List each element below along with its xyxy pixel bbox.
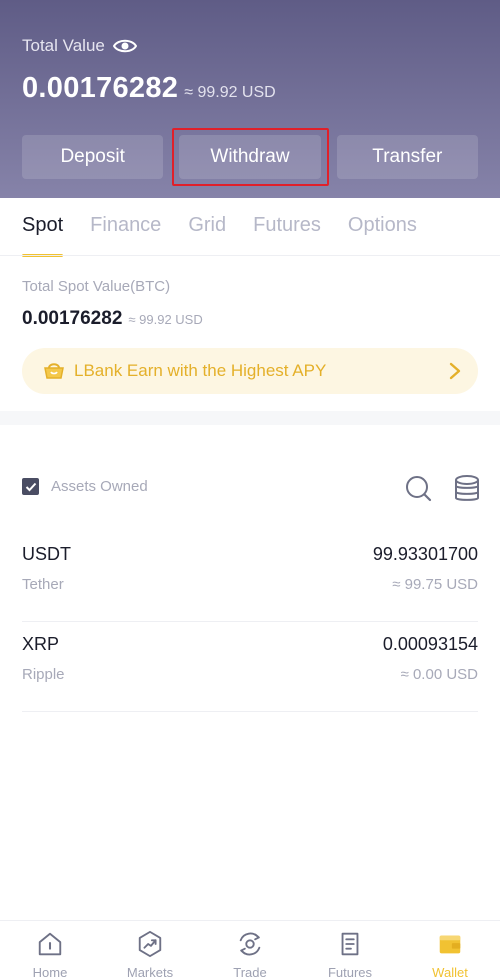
- tab-spot[interactable]: Spot: [22, 214, 64, 257]
- asset-name: Ripple: [22, 666, 65, 683]
- nav-label: Home: [32, 965, 68, 980]
- assets-filter[interactable]: Assets Owned: [22, 478, 148, 495]
- chevron-right-icon: [449, 362, 461, 380]
- nav-markets[interactable]: Markets: [100, 921, 200, 980]
- eye-icon[interactable]: [112, 37, 137, 55]
- check-icon: [25, 482, 36, 491]
- basket-icon: [44, 363, 64, 379]
- wallet-header: Total Value 0.00176282 ≈ 99.92 USD Depos…: [0, 0, 500, 198]
- transfer-button[interactable]: Transfer: [336, 135, 478, 179]
- nav-label: Wallet: [432, 965, 468, 980]
- section-separator: [0, 411, 500, 425]
- futures-icon: [341, 932, 359, 956]
- total-value-amount: 0.00176282: [22, 72, 179, 104]
- tab-options[interactable]: Options: [348, 214, 417, 254]
- nav-wallet[interactable]: Wallet: [400, 921, 500, 980]
- nav-label: Markets: [126, 965, 174, 980]
- earn-banner-text: LBank Earn with the Highest APY: [74, 361, 327, 380]
- nav-futures[interactable]: Futures: [300, 921, 400, 980]
- action-buttons: Deposit Withdraw Transfer: [22, 135, 478, 179]
- asset-row-usdt[interactable]: USDT Tether 99.93301700 ≈ 99.75 USD: [22, 532, 478, 622]
- asset-usd-value: ≈ 99.75 USD: [392, 576, 478, 593]
- spot-value-usd: ≈ 99.92 USD: [128, 312, 203, 327]
- tabs-divider: [0, 255, 500, 256]
- nav-label: Futures: [327, 965, 373, 980]
- wallet-tabs: Spot Finance Grid Futures Options: [22, 214, 417, 257]
- withdraw-button[interactable]: Withdraw: [179, 135, 321, 179]
- tab-grid[interactable]: Grid: [188, 214, 226, 254]
- nav-home[interactable]: Home: [0, 921, 100, 980]
- total-value-usd: ≈ 99.92 USD: [184, 84, 276, 101]
- search-icon[interactable]: [404, 474, 432, 502]
- asset-amount: 0.00093154: [382, 634, 478, 654]
- nav-trade[interactable]: Trade: [200, 921, 300, 980]
- assets-owned-label: Assets Owned: [51, 478, 148, 495]
- deposit-button[interactable]: Deposit: [22, 135, 164, 179]
- asset-name: Tether: [22, 576, 64, 593]
- spot-value-label: Total Spot Value(BTC): [22, 278, 171, 295]
- asset-symbol: USDT: [22, 544, 71, 564]
- total-value-label-row: Total Value: [22, 36, 137, 56]
- trade-icon: [239, 932, 261, 956]
- tab-futures[interactable]: Futures: [253, 214, 321, 254]
- coins-icon[interactable]: [453, 474, 481, 502]
- total-value: 0.00176282 ≈ 99.92 USD: [22, 72, 276, 105]
- earn-banner[interactable]: LBank Earn with the Highest APY: [22, 348, 478, 394]
- home-icon: [38, 932, 62, 956]
- assets-owned-checkbox[interactable]: [22, 478, 39, 495]
- bottom-nav: Home Markets Trade Futures Wallet: [0, 920, 500, 980]
- nav-label: Trade: [233, 965, 267, 980]
- asset-row-xrp[interactable]: XRP Ripple 0.00093154 ≈ 0.00 USD: [22, 622, 478, 712]
- asset-usd-value: ≈ 0.00 USD: [400, 666, 478, 683]
- total-value-label: Total Value: [22, 36, 105, 55]
- wallet-icon: [439, 935, 461, 954]
- markets-icon: [138, 930, 162, 958]
- tab-finance[interactable]: Finance: [90, 214, 161, 254]
- spot-value: 0.00176282 ≈ 99.92 USD: [22, 308, 203, 330]
- spot-value-amount: 0.00176282: [22, 308, 123, 329]
- asset-amount: 99.93301700: [372, 544, 478, 564]
- asset-symbol: XRP: [22, 634, 60, 654]
